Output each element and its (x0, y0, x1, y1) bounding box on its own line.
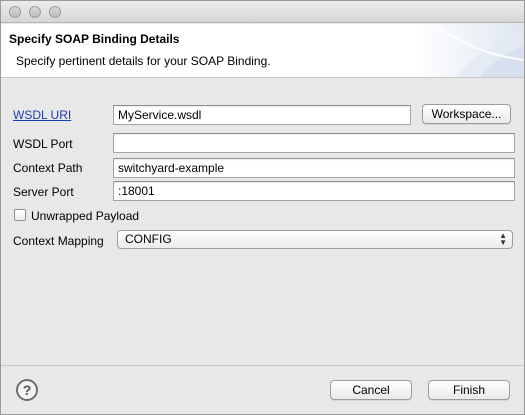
header-banner-graphic (414, 24, 524, 77)
minimize-window-button[interactable] (29, 6, 41, 18)
unwrapped-payload-checkbox[interactable] (14, 209, 26, 221)
context-mapping-label: Context Mapping (13, 234, 104, 248)
unwrapped-payload-label[interactable]: Unwrapped Payload (31, 209, 139, 223)
context-mapping-select[interactable]: CONFIG ▲ ▼ (117, 230, 513, 249)
cancel-button[interactable]: Cancel (330, 380, 412, 400)
wsdl-uri-input[interactable]: MyService.wsdl (113, 105, 411, 125)
title-bar (1, 1, 524, 23)
wsdl-uri-link[interactable]: WSDL URI (13, 108, 71, 122)
context-mapping-value: CONFIG (125, 232, 172, 246)
soap-binding-dialog: Specify SOAP Binding Details Specify per… (0, 0, 525, 415)
wsdl-port-input[interactable] (113, 133, 515, 153)
finish-button[interactable]: Finish (428, 380, 510, 400)
zoom-window-button[interactable] (49, 6, 61, 18)
page-title: Specify SOAP Binding Details (9, 32, 180, 46)
wizard-header: Specify SOAP Binding Details Specify per… (1, 24, 524, 78)
server-port-label: Server Port (13, 185, 74, 199)
wsdl-port-label: WSDL Port (13, 137, 73, 151)
up-down-arrows-icon: ▲ ▼ (499, 231, 507, 247)
context-path-input[interactable]: switchyard-example (113, 158, 515, 178)
help-icon[interactable]: ? (16, 379, 38, 401)
workspace-button[interactable]: Workspace... (422, 104, 511, 124)
footer-divider (1, 365, 524, 366)
close-window-button[interactable] (9, 6, 21, 18)
page-description: Specify pertinent details for your SOAP … (16, 54, 271, 68)
context-path-label: Context Path (13, 161, 83, 175)
server-port-input[interactable]: :18001 (113, 181, 515, 201)
